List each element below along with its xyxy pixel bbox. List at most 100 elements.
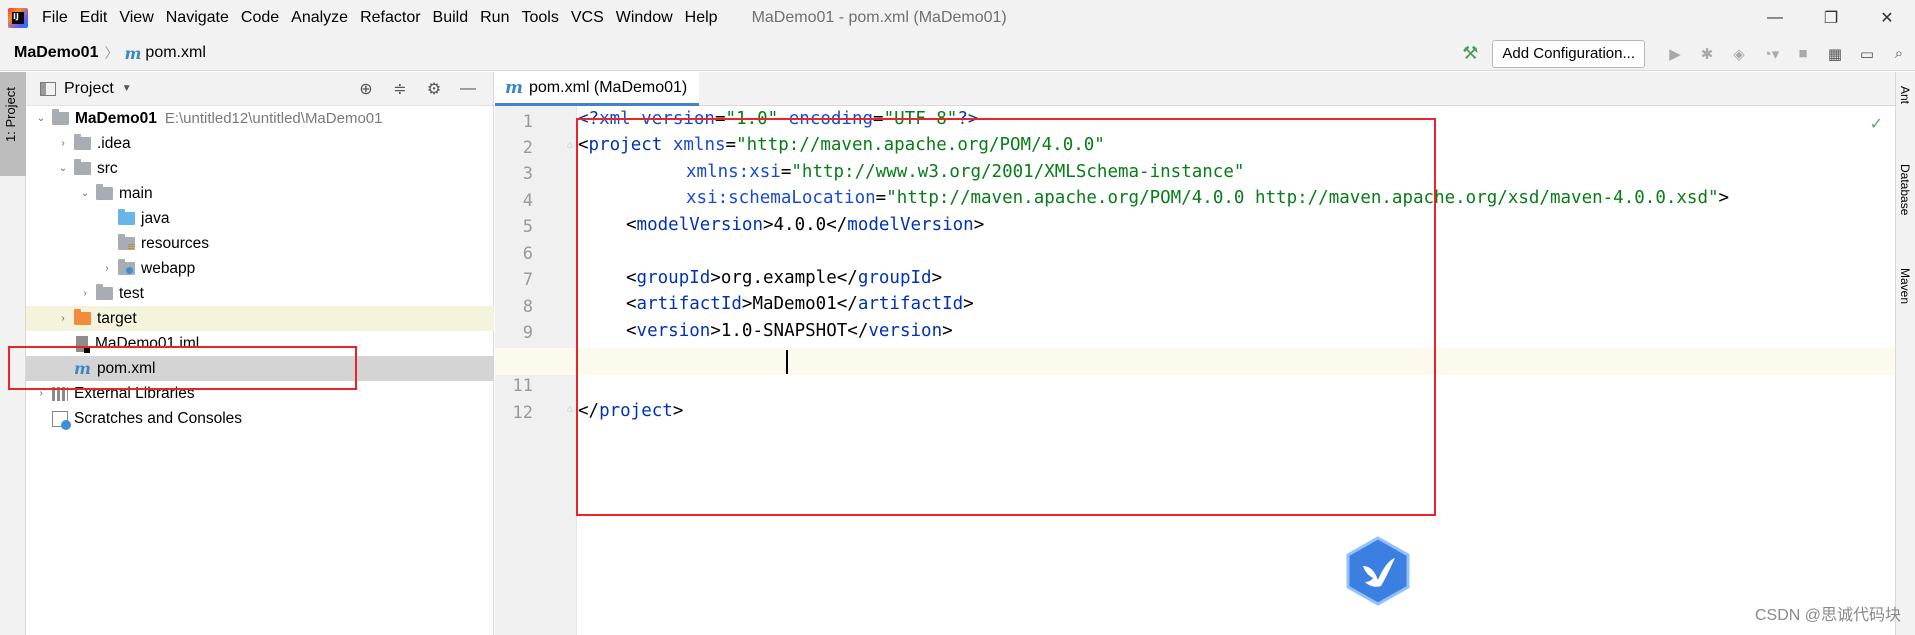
- tree-item-label: target: [97, 309, 137, 327]
- menu-build[interactable]: Build: [433, 9, 469, 27]
- line-number: 8: [522, 297, 533, 317]
- chevron-right-icon[interactable]: ›: [78, 288, 92, 299]
- chevron-down-icon[interactable]: ▼: [122, 83, 132, 94]
- tab-pom-xml[interactable]: m pom.xml (MaDemo01): [495, 72, 700, 106]
- line-number: 6: [522, 244, 533, 264]
- intellij-logo-icon: IJ: [8, 8, 28, 28]
- breadcrumb-project[interactable]: MaDemo01: [14, 44, 98, 62]
- menu-view[interactable]: View: [119, 9, 153, 27]
- menu-run[interactable]: Run: [480, 9, 509, 27]
- gear-icon[interactable]: ⚙: [417, 79, 451, 99]
- line-number: 7: [522, 270, 533, 290]
- watermark-text: CSDN @思诚代码块: [1754, 607, 1901, 624]
- fold-marker-icon[interactable]: ⌂: [567, 404, 573, 415]
- profile-icon[interactable]: ◔▾: [1755, 45, 1787, 63]
- line-number: 1: [522, 112, 533, 132]
- restore-button[interactable]: ❐: [1803, 0, 1859, 36]
- tree-item-resources[interactable]: resources: [26, 231, 494, 256]
- annotation-highlight-box: [8, 346, 357, 390]
- menu-file[interactable]: File: [42, 9, 68, 27]
- tree-item-main[interactable]: ⌄ main: [26, 181, 494, 206]
- collapse-all-icon[interactable]: ≑: [383, 79, 417, 99]
- run-icon[interactable]: ▶: [1659, 45, 1691, 63]
- menu-help[interactable]: Help: [685, 9, 718, 27]
- ant-tool-label: Ant: [1898, 86, 1912, 105]
- maven-file-icon: m: [505, 77, 523, 98]
- tree-item-label: test: [119, 284, 144, 302]
- module-path: E:\untitled12\untitled\MaDemo01: [164, 110, 383, 127]
- minimize-button[interactable]: —: [1747, 0, 1803, 36]
- project-panel-tools: ⊕ ≑ ⚙ —: [349, 72, 485, 106]
- add-configuration-button[interactable]: Add Configuration...: [1492, 39, 1645, 68]
- menu-refactor[interactable]: Refactor: [360, 9, 420, 27]
- tree-item-scratches[interactable]: Scratches and Consoles: [26, 406, 494, 431]
- tree-item-label: webapp: [141, 259, 196, 277]
- tab-label: pom.xml (MaDemo01): [529, 78, 688, 96]
- menu-edit[interactable]: Edit: [80, 9, 108, 27]
- excluded-folder-icon: [74, 309, 91, 325]
- folder-icon: [96, 184, 113, 200]
- close-button[interactable]: ✕: [1859, 0, 1915, 36]
- scratches-icon: [52, 410, 71, 430]
- chevron-down-icon[interactable]: ⌄: [78, 188, 92, 199]
- tree-item-target[interactable]: › target: [26, 306, 494, 331]
- toggle-window-icon[interactable]: ▭: [1851, 45, 1883, 63]
- window-controls: — ❐ ✕: [1747, 0, 1915, 36]
- line-number: 4: [522, 191, 533, 211]
- chevron-down-icon[interactable]: ⌄: [34, 113, 48, 124]
- build-hammer-icon[interactable]: ⚒: [1462, 43, 1478, 64]
- source-folder-icon: [118, 209, 135, 225]
- line-number: 9: [522, 323, 533, 343]
- stop-icon[interactable]: ■: [1787, 45, 1819, 62]
- line-number: 5: [522, 217, 533, 237]
- fold-marker-icon[interactable]: ⌂: [567, 140, 573, 151]
- chevron-right-icon[interactable]: ›: [56, 138, 70, 149]
- menu-vcs[interactable]: VCS: [571, 9, 604, 27]
- tree-item-madevmo01[interactable]: ⌄ MaDemo01 E:\untitled12\untitled\MaDemo…: [26, 106, 494, 131]
- hide-panel-icon[interactable]: —: [451, 80, 485, 98]
- tree-item-label: Scratches and Consoles: [74, 409, 243, 427]
- menu-analyze[interactable]: Analyze: [291, 9, 348, 27]
- tree-item-label: resources: [141, 234, 210, 252]
- menu-tools[interactable]: Tools: [521, 9, 558, 27]
- tree-item-label: main: [119, 184, 153, 202]
- tree-item-idea[interactable]: › .idea: [26, 131, 494, 156]
- line-number: 11: [512, 376, 533, 396]
- chevron-right-icon[interactable]: ›: [100, 263, 114, 274]
- menu-code[interactable]: Code: [241, 9, 279, 27]
- tree-item-webapp[interactable]: › webapp: [26, 256, 494, 281]
- web-folder-icon: [118, 259, 135, 275]
- resources-folder-icon: [118, 234, 135, 250]
- coverage-icon[interactable]: ◈: [1723, 45, 1755, 63]
- project-structure-icon[interactable]: ▦: [1819, 45, 1851, 63]
- menu-window[interactable]: Window: [616, 9, 673, 27]
- locate-file-icon[interactable]: ⊕: [349, 79, 383, 99]
- chevron-right-icon[interactable]: ›: [56, 313, 70, 324]
- debug-icon[interactable]: ✱: [1691, 45, 1723, 63]
- search-icon[interactable]: ⌕: [1883, 45, 1915, 62]
- tree-item-label: .idea: [97, 134, 131, 152]
- maven-tool-label: Maven: [1898, 268, 1912, 305]
- database-tool-label: Database: [1898, 164, 1912, 216]
- line-number: 12: [512, 403, 533, 423]
- module-folder-icon: [52, 109, 69, 125]
- code-token: >: [1718, 188, 1730, 208]
- breadcrumb-file[interactable]: pom.xml: [145, 44, 205, 62]
- menu-navigate[interactable]: Navigate: [166, 9, 229, 27]
- tree-item-label: java: [141, 209, 170, 227]
- window-title: MaDemo01 - pom.xml (MaDemo01): [751, 9, 1007, 26]
- no-problems-check-icon[interactable]: ✓: [1870, 114, 1883, 134]
- line-number: 3: [522, 164, 533, 184]
- project-view-icon: [40, 81, 56, 96]
- folder-icon: [74, 159, 91, 175]
- chevron-down-icon[interactable]: ⌄: [56, 163, 70, 174]
- editor-tabbar: m pom.xml (MaDemo01): [495, 72, 1895, 106]
- tree-item-java[interactable]: java: [26, 206, 494, 231]
- line-number: 2: [522, 138, 533, 158]
- project-tool-tab[interactable]: 1: Project: [0, 72, 26, 176]
- tree-item-src[interactable]: ⌄ src: [26, 156, 494, 181]
- project-panel-header: Project ▼ ⊕ ≑ ⚙ —: [26, 72, 493, 106]
- tree-item-test[interactable]: › test: [26, 281, 494, 306]
- project-panel-title[interactable]: Project: [64, 80, 114, 98]
- main-toolbar: ⚒ Add Configuration... ▶ ✱ ◈ ◔▾ ■ ▦ ▭ ⌕: [1462, 36, 1915, 71]
